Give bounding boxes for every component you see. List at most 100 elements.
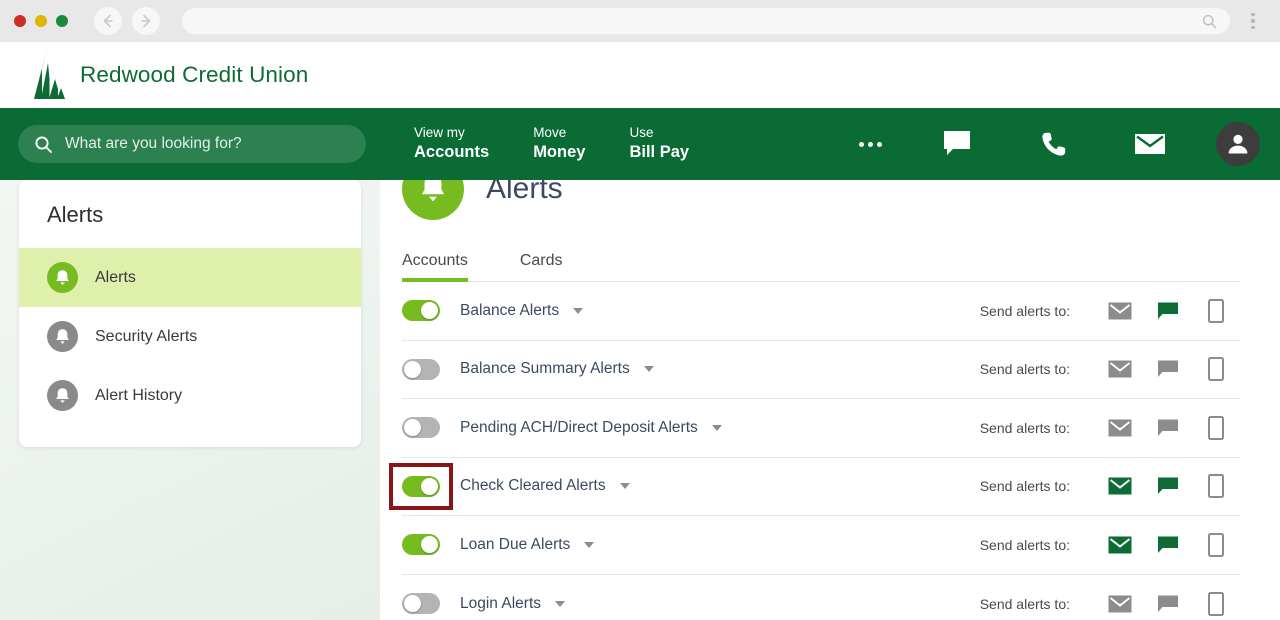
alert-toggle[interactable] — [402, 534, 440, 556]
alert-channels: Send alerts to: — [979, 474, 1240, 499]
envelope-icon — [1108, 536, 1132, 554]
alert-label-group: Loan Due Alerts — [460, 536, 595, 554]
tab-accounts[interactable]: Accounts — [402, 252, 468, 282]
nav-item-move-money-top: Move — [533, 125, 567, 141]
channel-email-button[interactable] — [1096, 536, 1144, 554]
message-flag-icon — [1158, 477, 1178, 495]
mobile-device-icon — [1208, 532, 1224, 557]
envelope-icon — [1135, 134, 1165, 154]
nav-item-bill-pay[interactable]: Use Bill Pay — [629, 125, 733, 163]
channel-mobile-button[interactable] — [1192, 591, 1240, 616]
channel-email-button[interactable] — [1096, 595, 1144, 613]
alert-label-group: Balance Alerts — [460, 302, 584, 320]
back-button[interactable] — [94, 7, 122, 35]
envelope-icon — [1108, 477, 1132, 495]
channel-email-button[interactable] — [1096, 302, 1144, 320]
toggle-knob — [421, 302, 438, 320]
sidebar-item-alerts[interactable]: Alerts — [19, 248, 361, 307]
alert-toggle-cell — [402, 358, 460, 380]
channel-email-button[interactable] — [1096, 360, 1144, 378]
alert-toggle[interactable] — [402, 593, 440, 615]
chevron-down-icon[interactable] — [619, 483, 630, 490]
brand-logo[interactable]: Redwood Credit Union — [32, 49, 308, 101]
channel-email-button[interactable] — [1096, 477, 1144, 495]
sidebar-title: Alerts — [47, 202, 104, 227]
site-search[interactable]: What are you looking for? — [18, 125, 366, 163]
nav-item-accounts[interactable]: View my Accounts — [414, 125, 533, 163]
message-flag-icon — [1158, 595, 1178, 612]
minimize-window-button[interactable] — [35, 15, 47, 27]
address-bar[interactable] — [182, 8, 1230, 34]
message-button[interactable] — [1102, 132, 1198, 156]
channel-message-button[interactable] — [1144, 360, 1192, 378]
send-alerts-to-label: Send alerts to: — [979, 361, 1070, 378]
send-alerts-to-label: Send alerts to: — [979, 419, 1070, 436]
alert-row: Check Cleared Alerts Send alerts to: — [402, 458, 1240, 516]
channel-email-button[interactable] — [1096, 419, 1144, 437]
alert-channels: Send alerts to: — [980, 591, 1240, 616]
channel-message-button[interactable] — [1144, 536, 1192, 554]
channel-mobile-button[interactable] — [1192, 357, 1240, 382]
user-avatar-icon — [1228, 134, 1248, 154]
main-content: Alerts Accounts Cards Balance Alerts Send… — [380, 180, 1280, 620]
site-header: Redwood Credit Union — [0, 42, 1280, 108]
chevron-down-icon[interactable] — [573, 307, 584, 314]
alert-channels: Send alerts to: — [980, 532, 1240, 557]
send-alerts-to-label: Send alerts to: — [979, 478, 1070, 495]
alert-row: Pending ACH/Direct Deposit Alerts Send al… — [402, 399, 1240, 458]
phone-button[interactable] — [1006, 131, 1102, 157]
close-window-button[interactable] — [14, 15, 26, 27]
nav-item-move-money[interactable]: Move Money — [533, 125, 629, 163]
alert-channels: Send alerts to: — [979, 415, 1240, 440]
envelope-icon — [1108, 595, 1132, 613]
alert-toggle[interactable] — [402, 475, 440, 497]
sidebar-item-security-alerts[interactable]: Security Alerts — [19, 307, 361, 366]
envelope-icon — [1108, 302, 1132, 320]
page-body: Alerts Alerts Security Alerts Alert Hist… — [0, 180, 1280, 620]
browser-chrome — [0, 0, 1280, 42]
more-options-button[interactable] — [830, 141, 910, 147]
chevron-down-icon[interactable] — [711, 424, 722, 431]
alert-toggle[interactable] — [402, 300, 440, 322]
envelope-icon — [1108, 419, 1132, 437]
sidebar-item-alert-history[interactable]: Alert History — [19, 366, 361, 425]
channel-mobile-button[interactable] — [1192, 474, 1240, 499]
nav-item-bill-pay-label: Bill Pay — [629, 143, 690, 162]
channel-message-button[interactable] — [1144, 595, 1192, 613]
window-traffic-lights — [14, 15, 68, 27]
browser-navigation — [94, 7, 160, 35]
browser-menu-button[interactable] — [1240, 12, 1266, 30]
maximize-window-button[interactable] — [56, 15, 68, 27]
chevron-down-icon[interactable] — [555, 600, 565, 607]
channel-message-button[interactable] — [1144, 419, 1192, 437]
forward-button[interactable] — [132, 7, 160, 35]
primary-navigation: What are you looking for? View my Accoun… — [0, 108, 1280, 180]
alert-label-group: Check Cleared Alerts — [460, 477, 630, 495]
sidebar-card: Alerts Alerts Security Alerts Alert Hist… — [19, 180, 361, 447]
alert-toggle[interactable] — [402, 417, 440, 439]
bell-icon — [47, 380, 78, 411]
alert-label: Balance Summary Alerts — [460, 360, 630, 378]
nav-item-move-money-label: Money — [533, 143, 586, 162]
channel-message-button[interactable] — [1144, 302, 1192, 320]
alert-toggle-cell — [402, 534, 460, 556]
chevron-down-icon[interactable] — [584, 541, 595, 548]
alert-label-group: Login Alerts — [460, 595, 565, 613]
chevron-down-icon[interactable] — [643, 366, 654, 373]
alert-row: Balance Summary Alerts Send alerts to: — [402, 341, 1240, 399]
chat-button[interactable] — [910, 130, 1006, 158]
user-account-button[interactable] — [1216, 122, 1260, 166]
channel-mobile-button[interactable] — [1192, 532, 1240, 557]
message-flag-icon — [1158, 419, 1178, 436]
sidebar-item-alert-history-label: Alert History — [95, 386, 183, 404]
message-flag-icon — [1158, 302, 1178, 319]
nav-item-bill-pay-top: Use — [629, 125, 654, 141]
channel-mobile-button[interactable] — [1192, 298, 1240, 323]
toggle-knob — [404, 419, 421, 437]
nav-icon-group — [830, 122, 1260, 166]
tab-cards[interactable]: Cards — [520, 252, 563, 282]
channel-message-button[interactable] — [1144, 477, 1192, 495]
alert-toggle[interactable] — [402, 358, 440, 380]
channel-mobile-button[interactable] — [1192, 415, 1240, 440]
search-input[interactable]: What are you looking for? — [65, 135, 242, 153]
